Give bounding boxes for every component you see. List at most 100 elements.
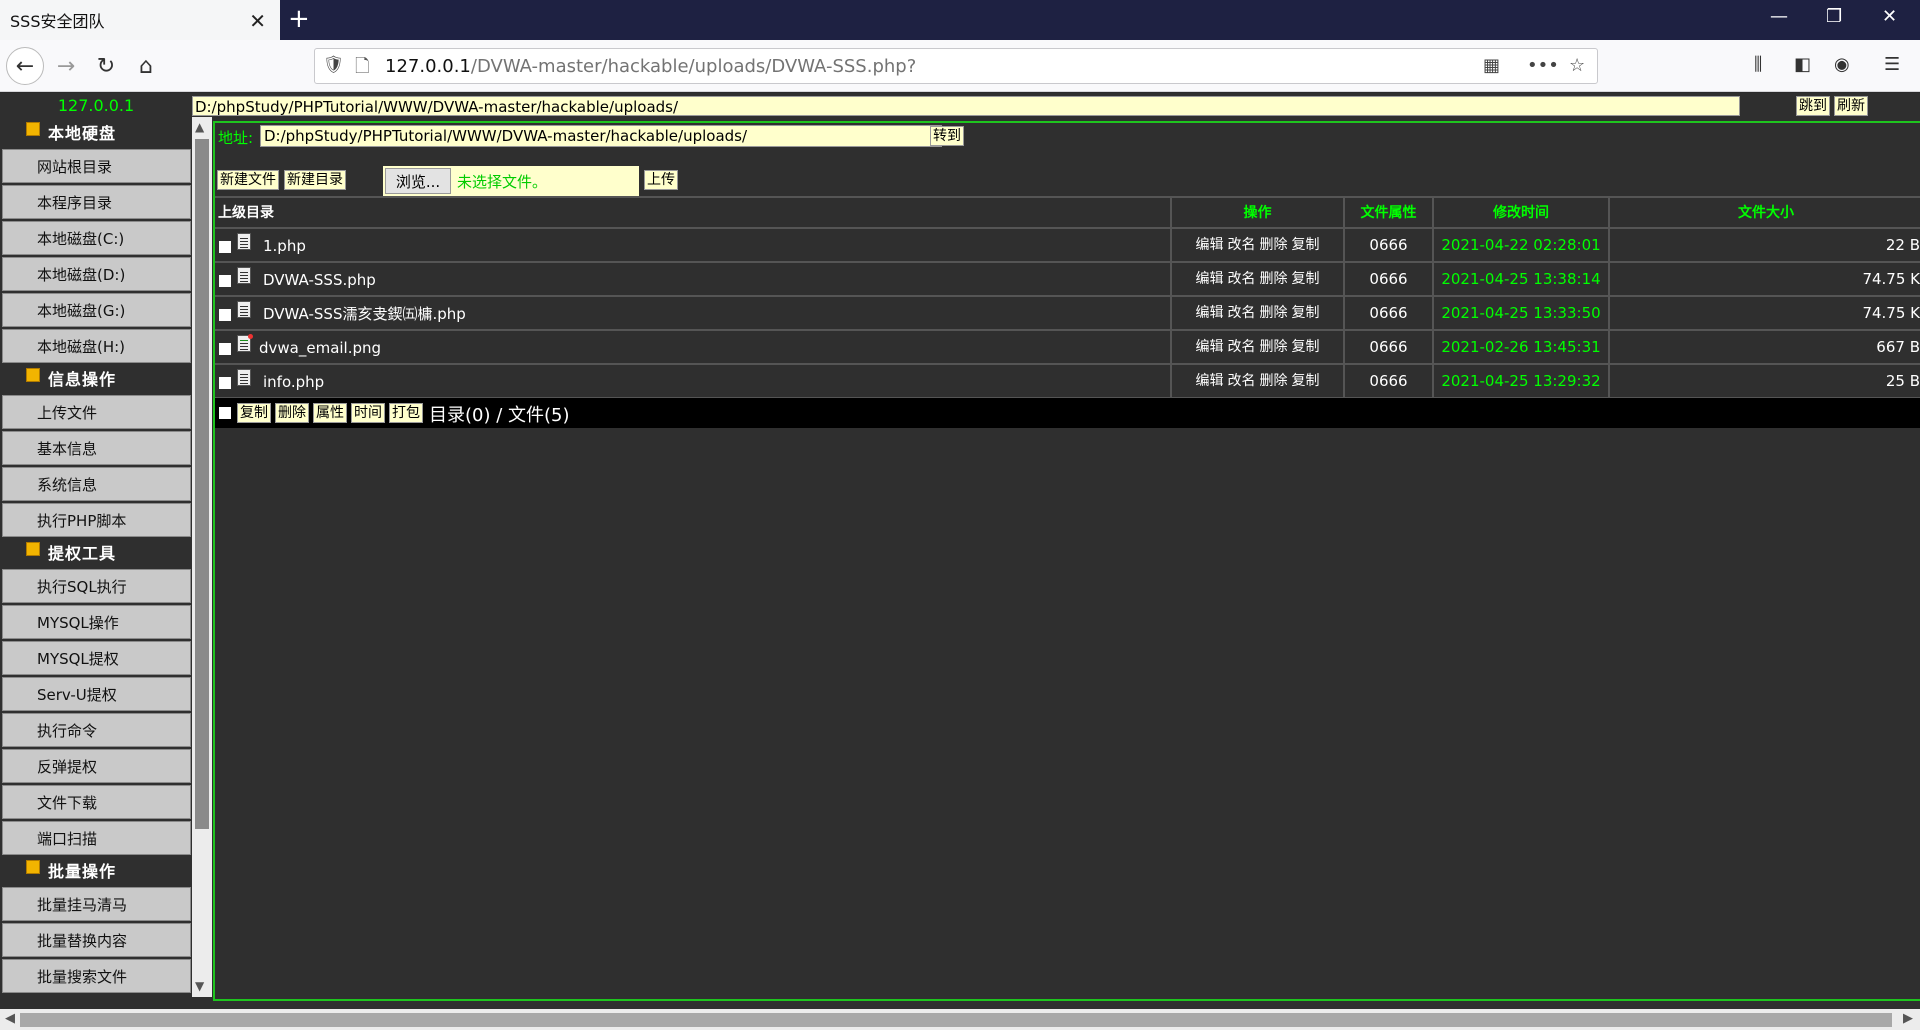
copy-link[interactable]: 复制 <box>1292 237 1320 253</box>
close-tab-icon[interactable]: ✕ <box>249 9 266 33</box>
select-all-checkbox[interactable] <box>219 407 231 419</box>
sidebar-item-disk-d[interactable]: 本地磁盘(D:) <box>2 257 191 291</box>
delete-link[interactable]: 删除 <box>1260 305 1288 321</box>
folder-toggle-icon[interactable] <box>26 368 40 382</box>
new-tab-icon[interactable]: + <box>288 4 310 34</box>
row-checkbox[interactable] <box>219 343 231 355</box>
folder-toggle-icon[interactable] <box>26 122 40 136</box>
copy-link[interactable]: 复制 <box>1292 373 1320 389</box>
rename-link[interactable]: 改名 <box>1228 271 1256 287</box>
file-name-link[interactable]: dvwa_email.png <box>259 332 381 364</box>
file-mtime[interactable]: 2021-04-25 13:38:14 <box>1432 263 1608 295</box>
bulk-pack-button[interactable]: 打包 <box>389 403 423 423</box>
sidebar-item-servu-privesc[interactable]: Serv-U提权 <box>2 677 191 711</box>
rename-link[interactable]: 改名 <box>1228 373 1256 389</box>
sidebar-item-program-dir[interactable]: 本程序目录 <box>2 185 191 219</box>
file-mtime[interactable]: 2021-02-26 13:45:31 <box>1432 331 1608 363</box>
file-mtime[interactable]: 2021-04-22 02:28:01 <box>1432 229 1608 261</box>
url-text[interactable]: 127.0.0.1/DVWA-master/hackable/uploads/D… <box>385 56 916 77</box>
bookmark-star-icon[interactable]: ☆ <box>1569 55 1585 76</box>
row-checkbox[interactable] <box>219 275 231 287</box>
bulk-attr-button[interactable]: 属性 <box>313 403 347 423</box>
scroll-up-icon[interactable]: ▲ <box>195 120 204 134</box>
scroll-down-icon[interactable]: ▼ <box>195 979 204 993</box>
horizontal-scroll-thumb[interactable] <box>20 1013 1892 1027</box>
row-checkbox[interactable] <box>219 241 231 253</box>
sidebar-item-file-download[interactable]: 文件下载 <box>2 785 191 819</box>
sidebar-item-upload[interactable]: 上传文件 <box>2 395 191 429</box>
sidebar-item-exec-php[interactable]: 执行PHP脚本 <box>2 503 191 537</box>
restore-icon[interactable]: ❐ <box>1826 6 1842 27</box>
address-input[interactable]: D:/phpStudy/PHPTutorial/WWW/DVWA-master/… <box>260 125 942 147</box>
bulk-time-button[interactable]: 时间 <box>351 403 385 423</box>
file-attr[interactable]: 0666 <box>1343 365 1432 397</box>
sidebar-item-exec-command[interactable]: 执行命令 <box>2 713 191 747</box>
library-icon[interactable]: ⫼ <box>1754 54 1762 75</box>
file-attr[interactable]: 0666 <box>1343 297 1432 329</box>
upload-button[interactable]: 上传 <box>644 170 678 190</box>
browse-button[interactable]: 浏览... <box>385 168 451 194</box>
minimize-icon[interactable]: — <box>1770 6 1788 27</box>
edit-link[interactable]: 编辑 <box>1196 305 1224 321</box>
jump-button[interactable]: 跳到 <box>1796 96 1830 116</box>
sidebar-item-batch-trojan[interactable]: 批量挂马清马 <box>2 887 191 921</box>
sidebar-item-reverse-shell[interactable]: 反弹提权 <box>2 749 191 783</box>
edit-link[interactable]: 编辑 <box>1196 339 1224 355</box>
delete-link[interactable]: 删除 <box>1260 271 1288 287</box>
bulk-delete-button[interactable]: 删除 <box>275 403 309 423</box>
sidebar-item-system-info[interactable]: 系统信息 <box>2 467 191 501</box>
top-path-field[interactable]: D:/phpStudy/PHPTutorial/WWW/DVWA-master/… <box>192 96 1740 116</box>
file-attr[interactable]: 0666 <box>1343 331 1432 363</box>
sidebar-item-exec-sql[interactable]: 执行SQL执行 <box>2 569 191 603</box>
account-icon[interactable]: ◉ <box>1834 54 1850 75</box>
qr-code-icon[interactable]: ▦ <box>1483 55 1500 76</box>
folder-toggle-icon[interactable] <box>26 860 40 874</box>
file-attr[interactable]: 0666 <box>1343 229 1432 261</box>
sidebar-item-disk-h[interactable]: 本地磁盘(H:) <box>2 329 191 363</box>
delete-link[interactable]: 删除 <box>1260 339 1288 355</box>
rename-link[interactable]: 改名 <box>1228 305 1256 321</box>
bulk-copy-button[interactable]: 复制 <box>237 403 271 423</box>
file-name-link[interactable]: info.php <box>263 366 324 398</box>
delete-link[interactable]: 删除 <box>1260 237 1288 253</box>
sidebar-item-web-root[interactable]: 网站根目录 <box>2 149 191 183</box>
shield-icon[interactable]: 🛡 <box>323 55 345 75</box>
refresh-button[interactable]: 刷新 <box>1834 96 1868 116</box>
delete-link[interactable]: 删除 <box>1260 373 1288 389</box>
file-mtime[interactable]: 2021-04-25 13:33:50 <box>1432 297 1608 329</box>
rename-link[interactable]: 改名 <box>1228 237 1256 253</box>
new-file-button[interactable]: 新建文件 <box>217 170 279 190</box>
close-window-icon[interactable]: ✕ <box>1882 6 1897 27</box>
new-dir-button[interactable]: 新建目录 <box>284 170 346 190</box>
edit-link[interactable]: 编辑 <box>1196 237 1224 253</box>
browser-tab[interactable]: SSS安全团队 ✕ <box>0 0 280 40</box>
sidebar-item-port-scan[interactable]: 端口扫描 <box>2 821 191 855</box>
scroll-right-icon[interactable]: ▶ <box>1903 1011 1913 1026</box>
sidebar-toggle-icon[interactable]: ◧ <box>1794 54 1811 75</box>
sidebar-item-batch-search[interactable]: 批量搜索文件 <box>2 959 191 993</box>
parent-dir-link[interactable]: 上级目录 <box>215 198 1170 229</box>
row-checkbox[interactable] <box>219 377 231 389</box>
sidebar-scroll-thumb[interactable] <box>195 139 209 829</box>
rename-link[interactable]: 改名 <box>1228 339 1256 355</box>
folder-toggle-icon[interactable] <box>26 542 40 556</box>
file-name-link[interactable]: DVWA-SSS濡亥叏鍥㈤槦.php <box>263 298 466 330</box>
horizontal-scrollbar[interactable]: ◀ ▶ <box>0 1009 1920 1030</box>
url-bar[interactable]: 🛡 🗋 127.0.0.1/DVWA-master/hackable/uploa… <box>314 48 1598 84</box>
copy-link[interactable]: 复制 <box>1292 305 1320 321</box>
file-mtime[interactable]: 2021-04-25 13:29:32 <box>1432 365 1608 397</box>
row-checkbox[interactable] <box>219 309 231 321</box>
file-name-link[interactable]: DVWA-SSS.php <box>263 264 376 296</box>
home-icon[interactable]: ⌂ <box>128 48 164 84</box>
sidebar-item-disk-g[interactable]: 本地磁盘(G:) <box>2 293 191 327</box>
copy-link[interactable]: 复制 <box>1292 271 1320 287</box>
sidebar-item-disk-c[interactable]: 本地磁盘(C:) <box>2 221 191 255</box>
sidebar-item-mysql-privesc[interactable]: MYSQL提权 <box>2 641 191 675</box>
menu-icon[interactable]: ☰ <box>1884 54 1900 75</box>
sidebar-item-batch-replace[interactable]: 批量替换内容 <box>2 923 191 957</box>
sidebar-item-mysql-ops[interactable]: MYSQL操作 <box>2 605 191 639</box>
edit-link[interactable]: 编辑 <box>1196 373 1224 389</box>
reload-icon[interactable]: ↻ <box>88 48 124 84</box>
file-attr[interactable]: 0666 <box>1343 263 1432 295</box>
sidebar-item-basic-info[interactable]: 基本信息 <box>2 431 191 465</box>
